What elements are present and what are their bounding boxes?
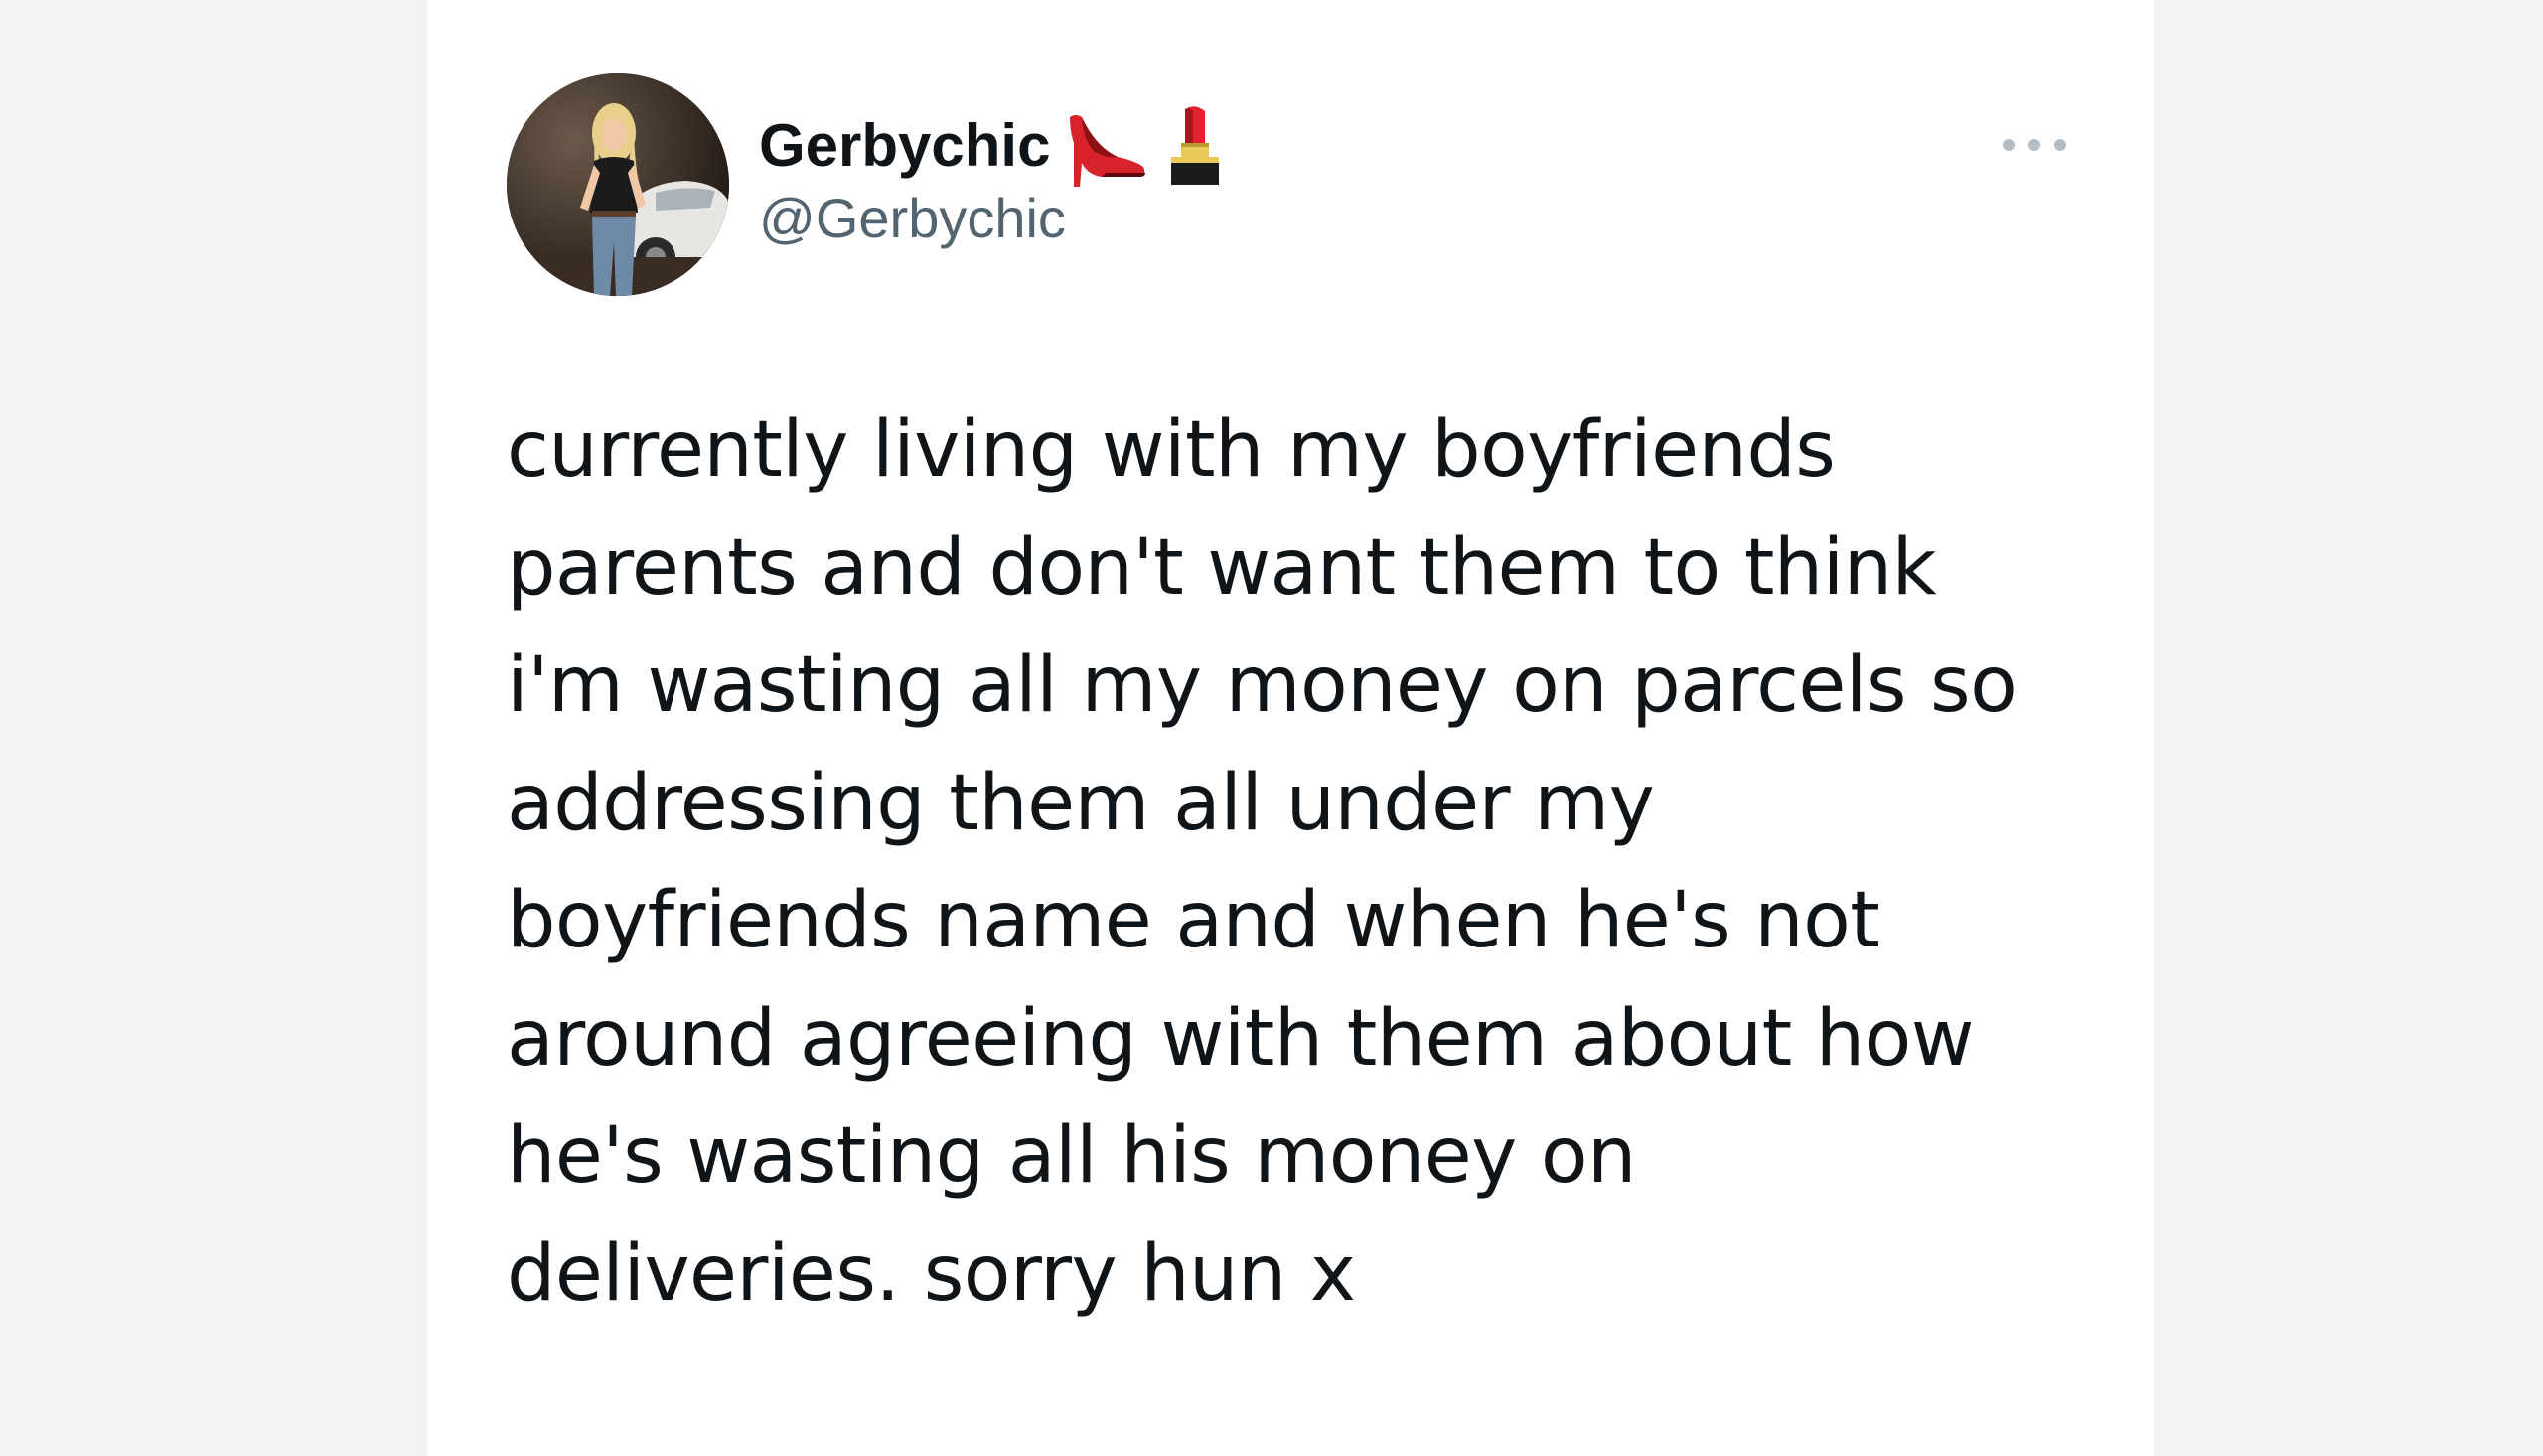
lipstick-icon [1165, 103, 1225, 189]
avatar[interactable] [507, 73, 729, 296]
tweet-text: currently living with my boyfriends pare… [507, 405, 2018, 1319]
more-options-icon[interactable] [2003, 133, 2066, 157]
author-name-row[interactable]: Gerbychic [759, 103, 1225, 189]
tweet-card: Gerbychic @Gerbychic currently living wi [427, 0, 2154, 1456]
author-handle[interactable]: @Gerbychic [759, 191, 1066, 246]
more-options-dot [2003, 139, 2015, 151]
more-options-dot [2028, 139, 2040, 151]
high-heel-shoe-icon [1066, 103, 1149, 189]
display-name[interactable]: Gerbychic [759, 116, 1050, 176]
more-options-dot [2054, 139, 2066, 151]
